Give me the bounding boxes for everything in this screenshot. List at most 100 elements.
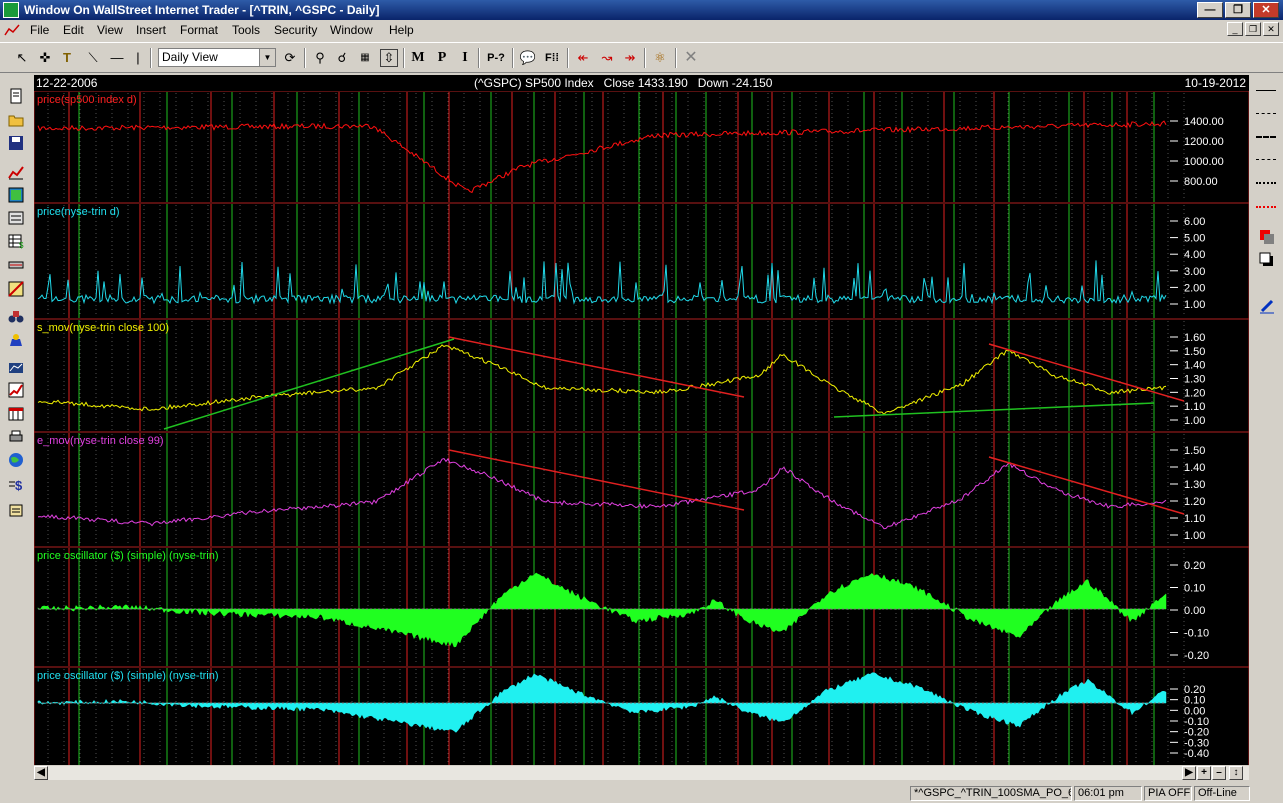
chat-icon[interactable]: 💬 (518, 49, 538, 67)
delete-icon[interactable]: ✕ (681, 49, 701, 67)
svg-text:$: $ (19, 241, 24, 249)
chart-window[interactable]: 12-22-2006 (^GSPC) SP500 Index Close 143… (34, 75, 1249, 765)
unzoom-icon[interactable]: ☌ (333, 49, 351, 67)
scroll-left-chart-icon[interactable]: ↞ (573, 49, 593, 67)
scroll-right-button[interactable]: ▶ (1182, 766, 1196, 780)
ticker-icon[interactable] (8, 257, 24, 273)
axis-tick-label: 1.30 (1184, 479, 1205, 491)
axis-tick-label: 0.20 (1184, 560, 1205, 572)
status-pia: PIA OFF (1144, 786, 1192, 801)
axis-tick-label: 1.40 (1184, 462, 1205, 474)
chevron-down-icon[interactable]: ▼ (259, 49, 275, 66)
menu-file[interactable]: File (30, 23, 49, 37)
open-folder-icon[interactable] (8, 112, 24, 128)
line-style-solid[interactable] (1256, 90, 1276, 91)
panel-label: e_mov(nyse-trin close 99) (37, 435, 164, 447)
mdi-controls: _ ❐ ✕ (1227, 22, 1279, 36)
f-button[interactable]: F⁞⁞ (542, 49, 562, 67)
app-icon[interactable] (3, 2, 19, 18)
horizontal-line-tool-icon[interactable]: — (106, 49, 128, 67)
axis-tick-label: 1.20 (1184, 496, 1205, 508)
shadow-icon[interactable] (1259, 252, 1275, 268)
globe-icon[interactable] (8, 452, 24, 468)
alert-icon[interactable] (8, 332, 24, 348)
mdi-restore-button[interactable]: ❐ (1245, 22, 1261, 36)
svg-text:$: $ (15, 478, 23, 492)
line-style-dash[interactable] (1256, 113, 1276, 114)
chart-end-date: 10-19-2012 (1184, 76, 1246, 90)
text-tool-icon[interactable]: T (58, 49, 76, 67)
menu-view[interactable]: View (97, 23, 123, 37)
m-button[interactable]: M (410, 49, 426, 67)
line-style-dotted[interactable] (1256, 182, 1276, 184)
view-select-value: Daily View (162, 50, 218, 64)
axis-tick-label: 1.10 (1184, 513, 1205, 525)
refresh-icon[interactable]: ⟳ (281, 49, 299, 67)
view-select[interactable]: Daily View ▼ (158, 48, 276, 67)
minimize-button[interactable]: — (1197, 2, 1223, 18)
save-icon[interactable] (8, 135, 24, 151)
chart-canvas[interactable]: price(sp500 index d) 1400.00 1200.00 1000.0… (34, 91, 1249, 765)
axis-tick-label: 1.00 (1184, 415, 1205, 427)
menu-format[interactable]: Format (180, 23, 218, 37)
mdi-close-button[interactable]: ✕ (1263, 22, 1279, 36)
menu-edit[interactable]: Edit (63, 23, 84, 37)
menu-insert[interactable]: Insert (136, 23, 166, 37)
fit-icon[interactable]: ⇳ (380, 49, 398, 67)
pencil-icon[interactable] (1259, 298, 1275, 314)
menu-tools[interactable]: Tools (232, 23, 260, 37)
axis-tick-label: 1.60 (1184, 332, 1205, 344)
axis-tick-label: 1400.00 (1184, 116, 1224, 128)
menu-window[interactable]: Window (330, 23, 373, 37)
portfolio-icon[interactable] (8, 359, 24, 375)
close-button[interactable]: ✕ (1253, 2, 1279, 18)
list-icon[interactable] (8, 210, 24, 226)
line-style-dashdot[interactable] (1256, 136, 1276, 138)
scroll-right-chart-icon[interactable]: ↠ (620, 49, 640, 67)
zoom-icon[interactable]: ⚲ (311, 49, 329, 67)
line-style-longdash[interactable] (1256, 159, 1276, 160)
chart-panel (34, 91, 1249, 204)
axis-tick-label: 6.00 (1184, 216, 1205, 228)
vertical-line-tool-icon[interactable]: | (131, 49, 145, 67)
line-chart-icon[interactable] (8, 164, 24, 180)
panel-label: price oscillator ($) (simple) (nyse-trin… (37, 550, 219, 562)
trendline-tool-icon[interactable]: ⟍ (82, 49, 104, 67)
i-button[interactable]: I (457, 49, 473, 67)
system-tester-icon[interactable]: ⚛ (650, 49, 670, 67)
p-help-button[interactable]: P-? (484, 49, 508, 67)
spin-button[interactable]: ↕ (1229, 766, 1243, 780)
p-button[interactable]: P (434, 49, 450, 67)
horizontal-scrollbar[interactable]: ◀ ▶ + – ↕ (34, 766, 1249, 780)
menu-security[interactable]: Security (274, 23, 317, 37)
zoom-in-button[interactable]: + (1197, 766, 1211, 780)
axis-tick-label: 1.10 (1184, 401, 1205, 413)
binoculars-icon[interactable] (8, 308, 24, 324)
dollar-icon[interactable]: $ (8, 476, 24, 493)
axis-tick-label: -0.20 (1184, 650, 1209, 662)
axis-tick-label: 800.00 (1184, 176, 1218, 188)
line-color-red[interactable] (1256, 206, 1276, 208)
crosshair-tool-icon[interactable]: ✜ (36, 49, 54, 67)
mdi-minimize-button[interactable]: _ (1227, 22, 1243, 36)
new-file-icon[interactable] (8, 88, 24, 104)
maximize-button[interactable]: ❐ (1225, 2, 1251, 18)
scroll-left-button[interactable]: ◀ (34, 766, 48, 780)
zoom-out-button[interactable]: – (1212, 766, 1226, 780)
account-icon[interactable] (8, 502, 24, 518)
calendar-icon[interactable] (8, 406, 24, 422)
performance-chart-icon[interactable] (8, 382, 24, 398)
child-window-icon[interactable] (4, 22, 20, 41)
pointer-tool-icon[interactable]: ↖ (13, 49, 31, 67)
spreadsheet-icon[interactable]: $ (8, 233, 24, 250)
scroll-start-chart-icon[interactable]: ↝ (597, 49, 617, 67)
menu-help[interactable]: Help (389, 23, 414, 37)
scan-icon[interactable] (8, 281, 24, 297)
date-range-icon[interactable]: ▦ (356, 49, 374, 67)
quote-window-icon[interactable] (8, 187, 24, 203)
axis-tick-label: 4.00 (1184, 249, 1205, 261)
print-icon[interactable] (8, 429, 24, 445)
axis-tick-label: 1200.00 (1184, 136, 1224, 148)
window-title: Window On WallStreet Internet Trader - [… (24, 3, 380, 17)
fill-color-icon[interactable] (1259, 229, 1275, 245)
